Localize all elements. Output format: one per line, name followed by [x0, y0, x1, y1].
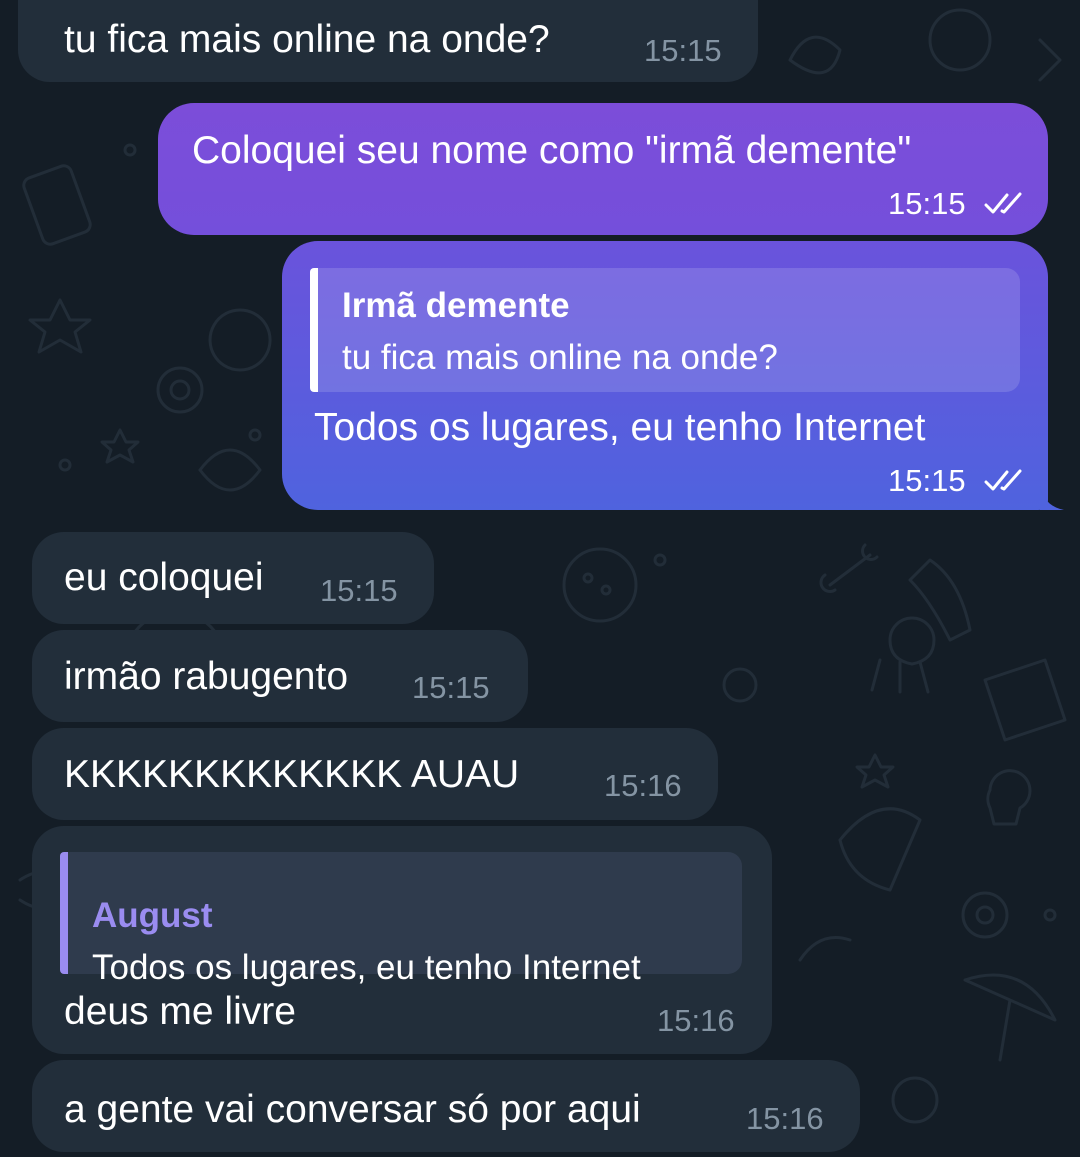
incoming-message-bubble[interactable]: irmão rabugento 15:15: [32, 630, 528, 722]
incoming-message-bubble[interactable]: eu coloquei 15:15: [32, 532, 434, 624]
message-text: a gente vai conversar só por aqui: [64, 1088, 641, 1131]
reply-quote[interactable]: August Todos os lugares, eu tenho Intern…: [60, 852, 742, 987]
message-time: 15:15: [644, 33, 722, 68]
reply-sender-name: Irmã demente: [342, 286, 570, 325]
outgoing-message-bubble[interactable]: Coloquei seu nome como "irmã demente" 15…: [158, 103, 1048, 235]
double-check-icon: [984, 192, 1022, 214]
reply-quoted-text: tu fica mais online na onde?: [342, 338, 778, 377]
reply-quoted-text: Todos os lugares, eu tenho Internet: [92, 948, 641, 987]
double-check-icon: [984, 469, 1022, 491]
message-time: 15:15: [888, 463, 966, 498]
message-text: Coloquei seu nome como "irmã demente": [192, 129, 912, 172]
bubble-tail: [1040, 486, 1064, 510]
reply-quote[interactable]: Irmã demente tu fica mais online na onde…: [310, 268, 1020, 392]
message-text: irmão rabugento: [64, 655, 349, 698]
reply-accent-bar: [310, 268, 318, 392]
message-time: 15:16: [746, 1101, 824, 1136]
message-time: 15:15: [888, 186, 966, 221]
incoming-message-bubble[interactable]: a gente vai conversar só por aqui 15:16: [32, 1060, 860, 1152]
incoming-reply-message-bubble[interactable]: August Todos os lugares, eu tenho Intern…: [32, 826, 772, 1054]
message-text: tu fica mais online na onde?: [64, 18, 550, 61]
outgoing-reply-message-bubble[interactable]: Irmã demente tu fica mais online na onde…: [282, 241, 1048, 510]
message-time: 15:15: [320, 573, 398, 608]
reply-accent-bar: [60, 852, 68, 974]
reply-sender-name: August: [92, 896, 213, 935]
incoming-message-bubble[interactable]: KKKKKKKKKKKKK AUAU 15:16: [32, 728, 718, 820]
incoming-message-bubble[interactable]: tu fica mais online na onde? 15:15: [18, 0, 758, 82]
message-text: deus me livre: [64, 990, 296, 1033]
message-time: 15:16: [657, 1003, 735, 1038]
message-text: KKKKKKKKKKKKK AUAU: [64, 753, 520, 796]
message-text: Todos os lugares, eu tenho Internet: [314, 406, 926, 449]
message-time: 15:15: [412, 670, 490, 705]
message-text: eu coloquei: [64, 556, 264, 599]
message-time: 15:16: [604, 768, 682, 803]
